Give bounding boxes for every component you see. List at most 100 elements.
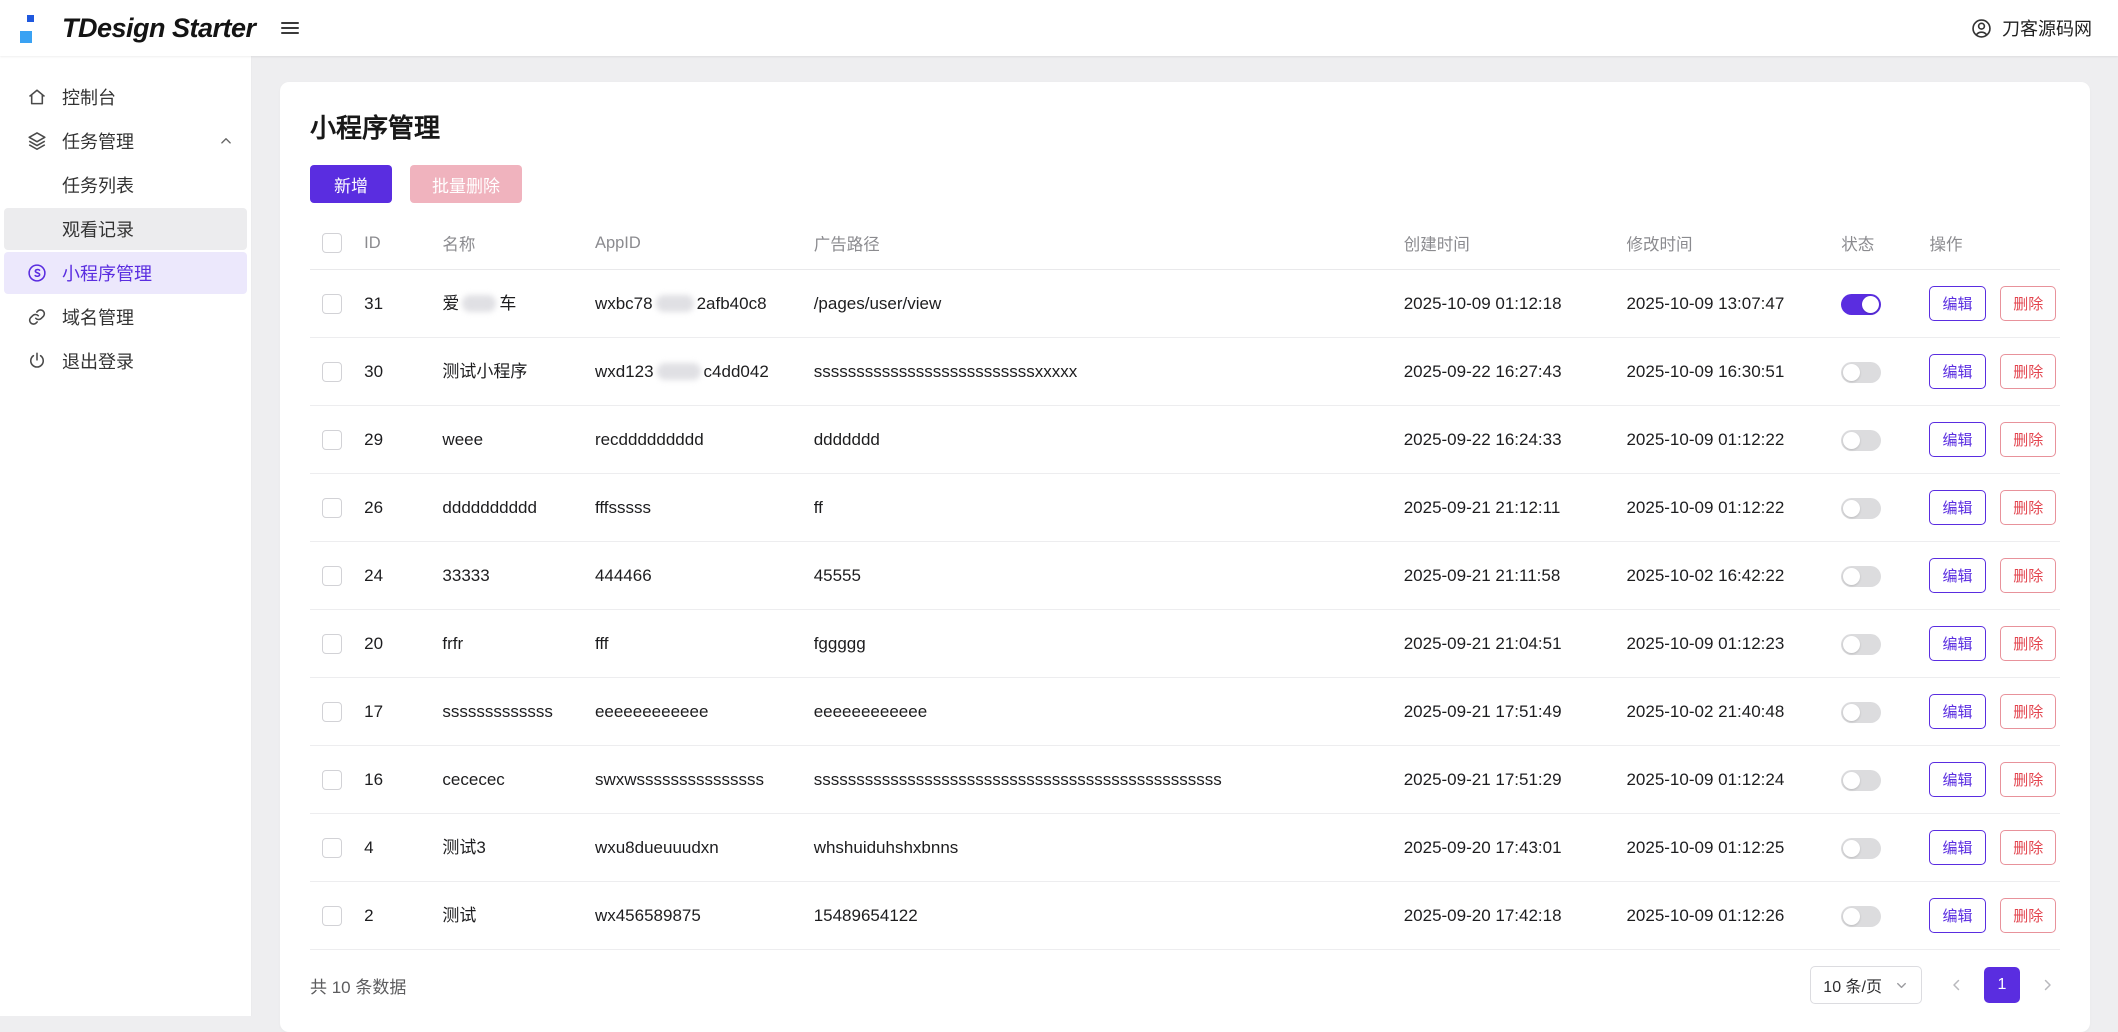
- delete-button[interactable]: 删除: [2000, 286, 2057, 321]
- edit-button[interactable]: 编辑: [1929, 490, 1986, 525]
- delete-button[interactable]: 删除: [2000, 694, 2057, 729]
- cell-name: weee: [434, 405, 587, 474]
- sidebar-item-console[interactable]: 控制台: [0, 76, 251, 118]
- cell-name: 爱车: [434, 269, 587, 338]
- edit-button[interactable]: 编辑: [1929, 694, 1986, 729]
- cell-ad-path: whshuiduhshxbnns: [805, 813, 1396, 882]
- miniapp-table: ID 名称 AppID 广告路径 创建时间 修改时间 状态 操作 31 爱车 w…: [310, 217, 2060, 950]
- top-bar: TDesign Starter 刀客源码网: [0, 0, 2118, 56]
- delete-button[interactable]: 删除: [2000, 354, 2057, 389]
- row-checkbox[interactable]: [322, 294, 342, 315]
- row-checkbox[interactable]: [322, 634, 342, 655]
- home-icon: [26, 86, 48, 108]
- toggle-knob: [1843, 567, 1861, 585]
- status-toggle[interactable]: [1841, 565, 1882, 587]
- status-toggle[interactable]: [1841, 497, 1882, 519]
- delete-button[interactable]: 删除: [2000, 762, 2057, 797]
- cell-created-time: 2025-09-21 21:11:58: [1395, 541, 1619, 610]
- toggle-knob: [1843, 499, 1861, 517]
- edit-button[interactable]: 编辑: [1929, 422, 1986, 457]
- batch-delete-button[interactable]: 批量删除: [410, 165, 522, 203]
- sidebar-item-watch-records[interactable]: 观看记录: [4, 208, 247, 250]
- select-all-checkbox[interactable]: [322, 233, 342, 253]
- row-checkbox[interactable]: [322, 498, 342, 519]
- cell-id: 20: [356, 609, 435, 678]
- power-icon: [26, 350, 48, 372]
- cell-created-time: 2025-09-21 21:12:11: [1395, 473, 1619, 542]
- pagination-prev-icon[interactable]: [1944, 972, 1970, 998]
- cell-appid: 444466: [586, 541, 806, 610]
- add-button[interactable]: 新增: [310, 165, 392, 203]
- sidebar-item-task-management[interactable]: 任务管理: [0, 120, 251, 162]
- status-toggle[interactable]: [1841, 293, 1882, 315]
- pagination: 1: [1944, 967, 2060, 1003]
- edit-button[interactable]: 编辑: [1929, 830, 1986, 865]
- redacted-blur: [655, 295, 694, 312]
- table-row: 2 测试 wx456589875 15489654122 2025-09-20 …: [310, 881, 2060, 950]
- pagination-next-icon[interactable]: [2034, 972, 2060, 998]
- sidebar-item-domain-management[interactable]: 域名管理: [0, 296, 251, 338]
- cell-ad-path: ssssssssssssssssssssssssssssssssssssssss…: [805, 745, 1396, 814]
- cell-created-time: 2025-09-22 16:24:33: [1395, 405, 1619, 474]
- edit-button[interactable]: 编辑: [1929, 898, 1986, 933]
- column-header-created-time: 创建时间: [1395, 217, 1619, 270]
- delete-button[interactable]: 删除: [2000, 558, 2057, 593]
- edit-button[interactable]: 编辑: [1929, 286, 1986, 321]
- status-toggle[interactable]: [1841, 429, 1882, 451]
- cell-id: 16: [356, 745, 435, 814]
- row-checkbox[interactable]: [322, 770, 342, 791]
- column-header-ad-path: 广告路径: [805, 217, 1396, 270]
- delete-button[interactable]: 删除: [2000, 626, 2057, 661]
- user-avatar-icon: [1970, 17, 1993, 40]
- status-toggle[interactable]: [1841, 837, 1882, 859]
- sidebar: 控制台 任务管理 任务列表 观看记录 小程序管理 域名管理 退出登录: [0, 56, 252, 1016]
- row-checkbox[interactable]: [322, 430, 342, 451]
- sidebar-item-logout[interactable]: 退出登录: [0, 340, 251, 382]
- delete-button[interactable]: 删除: [2000, 422, 2057, 457]
- cell-modified-time: 2025-10-09 01:12:22: [1618, 405, 1834, 474]
- table-row: 16 cececec swxwsssssssssssssss sssssssss…: [310, 745, 2060, 814]
- cell-appid: recddddddddd: [586, 405, 806, 474]
- cell-created-time: 2025-09-22 16:27:43: [1395, 337, 1619, 406]
- delete-button[interactable]: 删除: [2000, 898, 2057, 933]
- edit-button[interactable]: 编辑: [1929, 558, 1986, 593]
- page-size-select[interactable]: 10 条/页: [1810, 966, 1922, 1004]
- column-header-modified-time: 修改时间: [1618, 217, 1834, 270]
- status-toggle[interactable]: [1841, 633, 1882, 655]
- cell-id: 26: [356, 473, 435, 542]
- row-checkbox[interactable]: [322, 362, 342, 383]
- user-menu[interactable]: 刀客源码网: [1970, 15, 2092, 41]
- cell-id: 2: [356, 881, 435, 950]
- row-checkbox[interactable]: [322, 566, 342, 587]
- row-checkbox[interactable]: [322, 906, 342, 927]
- status-toggle[interactable]: [1841, 905, 1882, 927]
- status-toggle[interactable]: [1841, 769, 1882, 791]
- row-checkbox[interactable]: [322, 838, 342, 859]
- status-toggle[interactable]: [1841, 701, 1882, 723]
- sidebar-item-task-list[interactable]: 任务列表: [0, 164, 251, 206]
- row-checkbox[interactable]: [322, 702, 342, 723]
- edit-button[interactable]: 编辑: [1929, 626, 1986, 661]
- table-row: 24 33333 444466 45555 2025-09-21 21:11:5…: [310, 541, 2060, 610]
- table-row: 30 测试小程序 wxd123 c4dd042 sssssssssssssssss…: [310, 337, 2060, 406]
- pagination-page-1[interactable]: 1: [1984, 967, 2020, 1003]
- chevron-down-icon: [1894, 978, 1909, 993]
- sidebar-item-miniapp-management[interactable]: 小程序管理: [4, 252, 247, 294]
- cell-appid: wx456589875: [586, 881, 806, 950]
- cell-modified-time: 2025-10-09 13:07:47: [1618, 269, 1834, 338]
- edit-button[interactable]: 编辑: [1929, 354, 1986, 389]
- cell-created-time: 2025-09-20 17:43:01: [1395, 813, 1619, 882]
- toolbar: 新增 批量删除: [310, 165, 2060, 203]
- edit-button[interactable]: 编辑: [1929, 762, 1986, 797]
- status-toggle[interactable]: [1841, 361, 1882, 383]
- collapse-menu-icon[interactable]: [278, 16, 302, 40]
- delete-button[interactable]: 删除: [2000, 830, 2057, 865]
- toggle-knob: [1843, 363, 1861, 381]
- cell-appid: wxbc78 2afb40c8: [586, 269, 806, 338]
- cell-name: cececec: [434, 745, 587, 814]
- cell-created-time: 2025-09-21 17:51:49: [1395, 677, 1619, 746]
- delete-button[interactable]: 删除: [2000, 490, 2057, 525]
- page-title: 小程序管理: [310, 113, 441, 143]
- page-size-value: 10 条/页: [1823, 979, 1882, 996]
- cell-ad-path: ddddddd: [805, 405, 1396, 474]
